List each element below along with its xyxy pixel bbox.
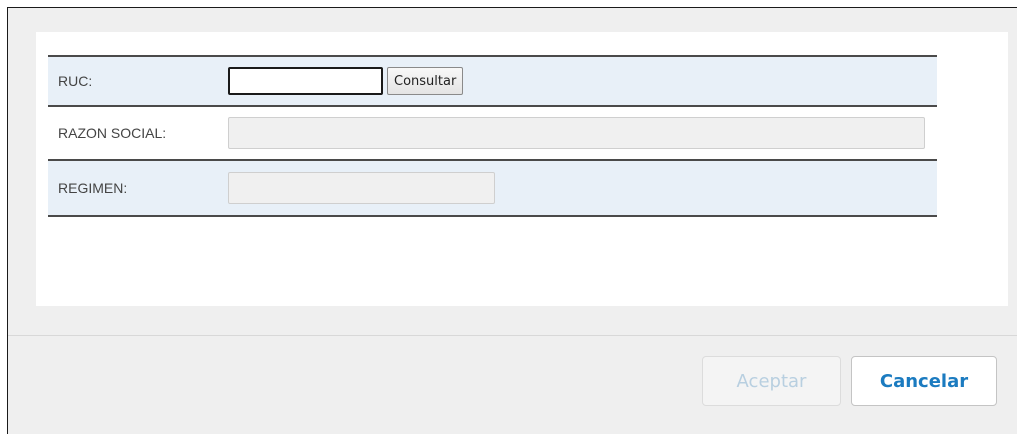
razon-social-field [228,117,925,149]
ruc-input[interactable] [228,67,383,95]
razon-social-row: RAZON SOCIAL: [48,107,937,161]
ruc-label: RUC: [58,73,93,89]
ruc-row: RUC: Consultar [48,57,937,107]
cancelar-button[interactable]: Cancelar [851,356,997,406]
aceptar-button[interactable]: Aceptar [702,356,841,406]
regimen-label: REGIMEN: [58,180,128,196]
footer-divider [8,335,1017,336]
dialog: RUC: Consultar RAZON SOCIAL: REGIMEN: Ac… [7,7,1017,434]
form-table: RUC: Consultar RAZON SOCIAL: REGIMEN: [48,55,937,217]
regimen-row: REGIMEN: [48,161,937,217]
regimen-field [228,172,495,204]
consultar-button[interactable]: Consultar [387,67,464,95]
razon-social-label: RAZON SOCIAL: [58,125,167,141]
